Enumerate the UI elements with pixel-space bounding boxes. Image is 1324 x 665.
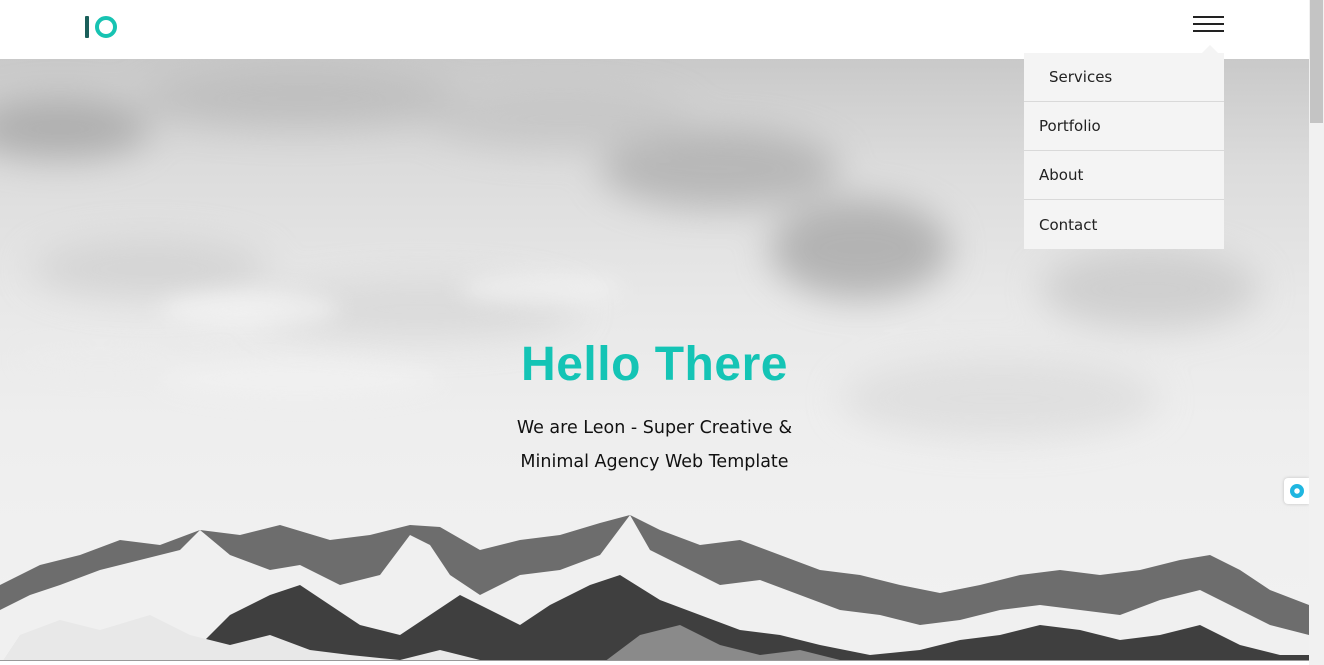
nav-dropdown-menu: Services Portfolio About Contact	[1024, 45, 1224, 249]
menu-item-about[interactable]: About	[1024, 151, 1224, 200]
vertical-scrollbar[interactable]	[1309, 0, 1324, 665]
hamburger-menu-icon[interactable]	[1193, 16, 1224, 34]
mountain-range-image	[0, 515, 1309, 665]
bottom-edge	[0, 660, 1309, 665]
menu-item-contact[interactable]: Contact	[1024, 200, 1224, 249]
page: Hello There We are Leon - Super Creative…	[0, 0, 1309, 665]
hamburger-line	[1193, 30, 1224, 32]
hero-subtitle-line-2: Minimal Agency Web Template	[520, 452, 789, 472]
site-logo[interactable]	[85, 14, 117, 40]
hero-subtitle-line-1: We are Leon - Super Creative &	[516, 418, 793, 438]
navbar	[0, 0, 1309, 59]
menu-item-services[interactable]: Services	[1024, 53, 1224, 102]
scrollbar-thumb[interactable]	[1310, 0, 1323, 123]
hero-title: Hello There	[521, 338, 788, 391]
menu-item-portfolio[interactable]: Portfolio	[1024, 102, 1224, 151]
logo-ring-icon	[95, 16, 117, 38]
hamburger-line	[1193, 16, 1224, 18]
chat-widget-button[interactable]	[1284, 478, 1309, 504]
chat-bubble-icon	[1289, 484, 1304, 498]
logo-bar-icon	[85, 16, 89, 38]
hamburger-line	[1193, 23, 1224, 25]
